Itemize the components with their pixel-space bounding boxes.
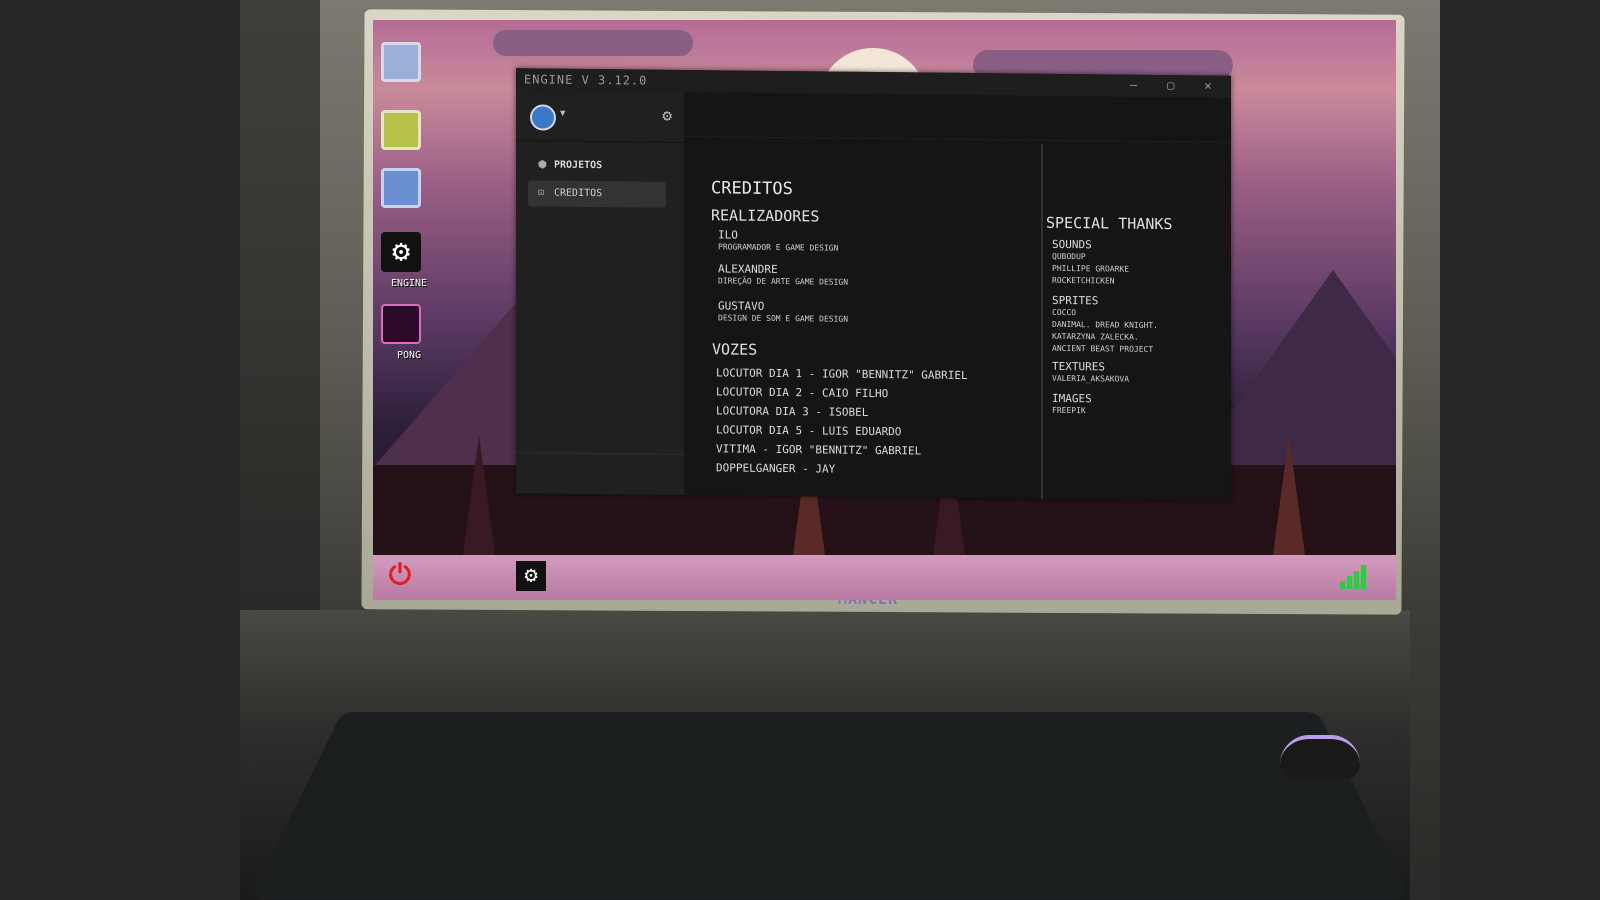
sidebar-item-label: PROJETOS [554, 159, 603, 172]
engine-window: ENGINE V 3.12.0 – ▢ ✕ ▼ ⚙ ⬢ PROJETOS ⊡ CRE… [516, 68, 1231, 501]
voice-credit: VITIMA - IGOR "BENNITZ" GABRIEL [716, 442, 922, 458]
sidebar-divider [516, 452, 684, 456]
taskbar-engine-gear-icon[interactable]: ⚙ [516, 561, 546, 591]
key-row [289, 840, 1371, 862]
pong-icon-label: PONG [396, 350, 422, 361]
thanks-item: QUBODUP [1052, 251, 1086, 262]
desktop-screen: ⚙ ENGINE PONG ENGINE V 3.12.0 – ▢ ✕ ▼ ⚙ … [373, 20, 1396, 600]
key-row [304, 810, 1356, 831]
chevron-down-icon[interactable]: ▼ [560, 109, 565, 119]
chest-icon[interactable] [381, 110, 421, 150]
credit-name: ALEXANDRE [718, 262, 778, 276]
keyboard [249, 712, 1411, 900]
vozes-heading: VOZES [712, 340, 758, 359]
thanks-item: KATARZYNA ZALECKA. [1052, 331, 1139, 342]
sidebar: ▼ ⚙ ⬢ PROJETOS ⊡ CREDITOS [516, 90, 684, 496]
thanks-item: FREEPIK [1052, 405, 1086, 416]
key-row [318, 781, 1341, 801]
realizadores-heading: REALIZADORES [711, 206, 820, 226]
thanks-item: ROCKETCHICKEN [1052, 275, 1115, 286]
monitor-icon[interactable] [381, 42, 421, 82]
content-header [684, 92, 1231, 143]
thanks-section-heading: SPRITES [1052, 293, 1099, 308]
signal-strength-icon [1340, 565, 1366, 589]
taskbar: ⏻ ⚙ [373, 555, 1396, 600]
avatar[interactable] [530, 104, 556, 131]
voice-credit: LOCUTOR DIA 2 - CAIO FILHO [716, 385, 889, 401]
credit-role: DESIGN DE SOM E GAME DESIGN [718, 313, 849, 324]
sidebar-item-projetos[interactable]: ⬢ PROJETOS [528, 152, 666, 179]
key-row [345, 728, 1315, 746]
thanks-item: COCCO [1052, 307, 1077, 318]
credits-panel: CREDITOS REALIZADORES ILO PROGRAMADOR E … [684, 92, 1231, 501]
mouse [1280, 735, 1360, 779]
lock-icon: ⊡ [538, 187, 545, 199]
voice-credit: LOCUTOR DIA 1 - IGOR "BENNITZ" GABRIEL [716, 366, 968, 382]
sidebar-header: ▼ ⚙ [516, 90, 684, 144]
credit-name: ILO [718, 228, 738, 242]
voice-credit: LOCUTOR DIA 5 - LUIS EDUARDO [716, 423, 902, 439]
thanks-item: ANCIENT BEAST PROJECT [1052, 343, 1154, 354]
special-thanks-heading: SPECIAL THANKS [1046, 213, 1173, 234]
maximize-button[interactable]: ▢ [1156, 78, 1186, 92]
tree [463, 435, 495, 555]
cube-icon: ⬢ [538, 159, 547, 171]
tree [1273, 435, 1305, 555]
thanks-item: VALERIA_AKSAKOVA [1052, 373, 1130, 384]
engine-gear-icon[interactable]: ⚙ ENGINE [381, 232, 427, 289]
voice-credit: LOCUTORA DIA 3 - ISOBEL [716, 404, 869, 419]
sidebar-item-label: CREDITOS [554, 187, 603, 200]
credit-role: PROGRAMADOR E GAME DESIGN [718, 242, 839, 253]
column-divider [1041, 143, 1043, 499]
credit-role: DIREÇÃO DE ARTE GAME DESIGN [718, 276, 849, 287]
sidebar-item-creditos[interactable]: ⊡ CREDITOS [528, 180, 666, 208]
cloud [493, 30, 693, 56]
credit-name: GUSTAVO [718, 299, 765, 313]
minimize-button[interactable]: – [1119, 78, 1149, 92]
left-wall [0, 0, 240, 900]
key-row [332, 754, 1328, 773]
thanks-section-heading: IMAGES [1052, 391, 1092, 406]
folder-icon[interactable] [381, 168, 421, 208]
page-title: CREDITOS [711, 178, 793, 200]
voice-credit: DOPPELGANGER - JAY [716, 461, 836, 476]
engine-icon-label: ENGINE [390, 278, 428, 289]
settings-gear-icon[interactable]: ⚙ [662, 106, 672, 125]
close-button[interactable]: ✕ [1193, 78, 1223, 92]
thanks-section-heading: SOUNDS [1052, 237, 1092, 252]
window-title: ENGINE V 3.12.0 [524, 72, 648, 88]
pong-icon[interactable]: PONG [381, 304, 421, 361]
thanks-item: DANIMAL. DREAD KNIGHT. [1052, 319, 1158, 330]
thanks-item: PHILLIPE GROARKE [1052, 263, 1130, 274]
power-icon[interactable]: ⏻ [385, 560, 415, 590]
thanks-section-heading: TEXTURES [1052, 359, 1105, 374]
